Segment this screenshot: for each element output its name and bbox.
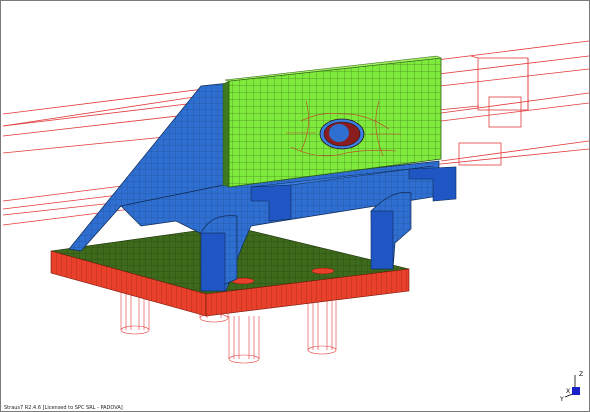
- x-axis-label: X: [566, 388, 570, 395]
- model-viewport[interactable]: Z X Y Straus7 R2.4.6 [Licensed to SPC SR…: [0, 0, 590, 412]
- status-bar-text: Straus7 R2.4.6 [Licensed to SPC SRL - PA…: [4, 405, 123, 411]
- z-axis-label: Z: [579, 371, 583, 378]
- y-axis-label: Y: [559, 396, 564, 403]
- triad-cube: [572, 387, 580, 395]
- axis-triad: Z X Y: [557, 369, 589, 405]
- fe-model-scene[interactable]: [1, 1, 590, 412]
